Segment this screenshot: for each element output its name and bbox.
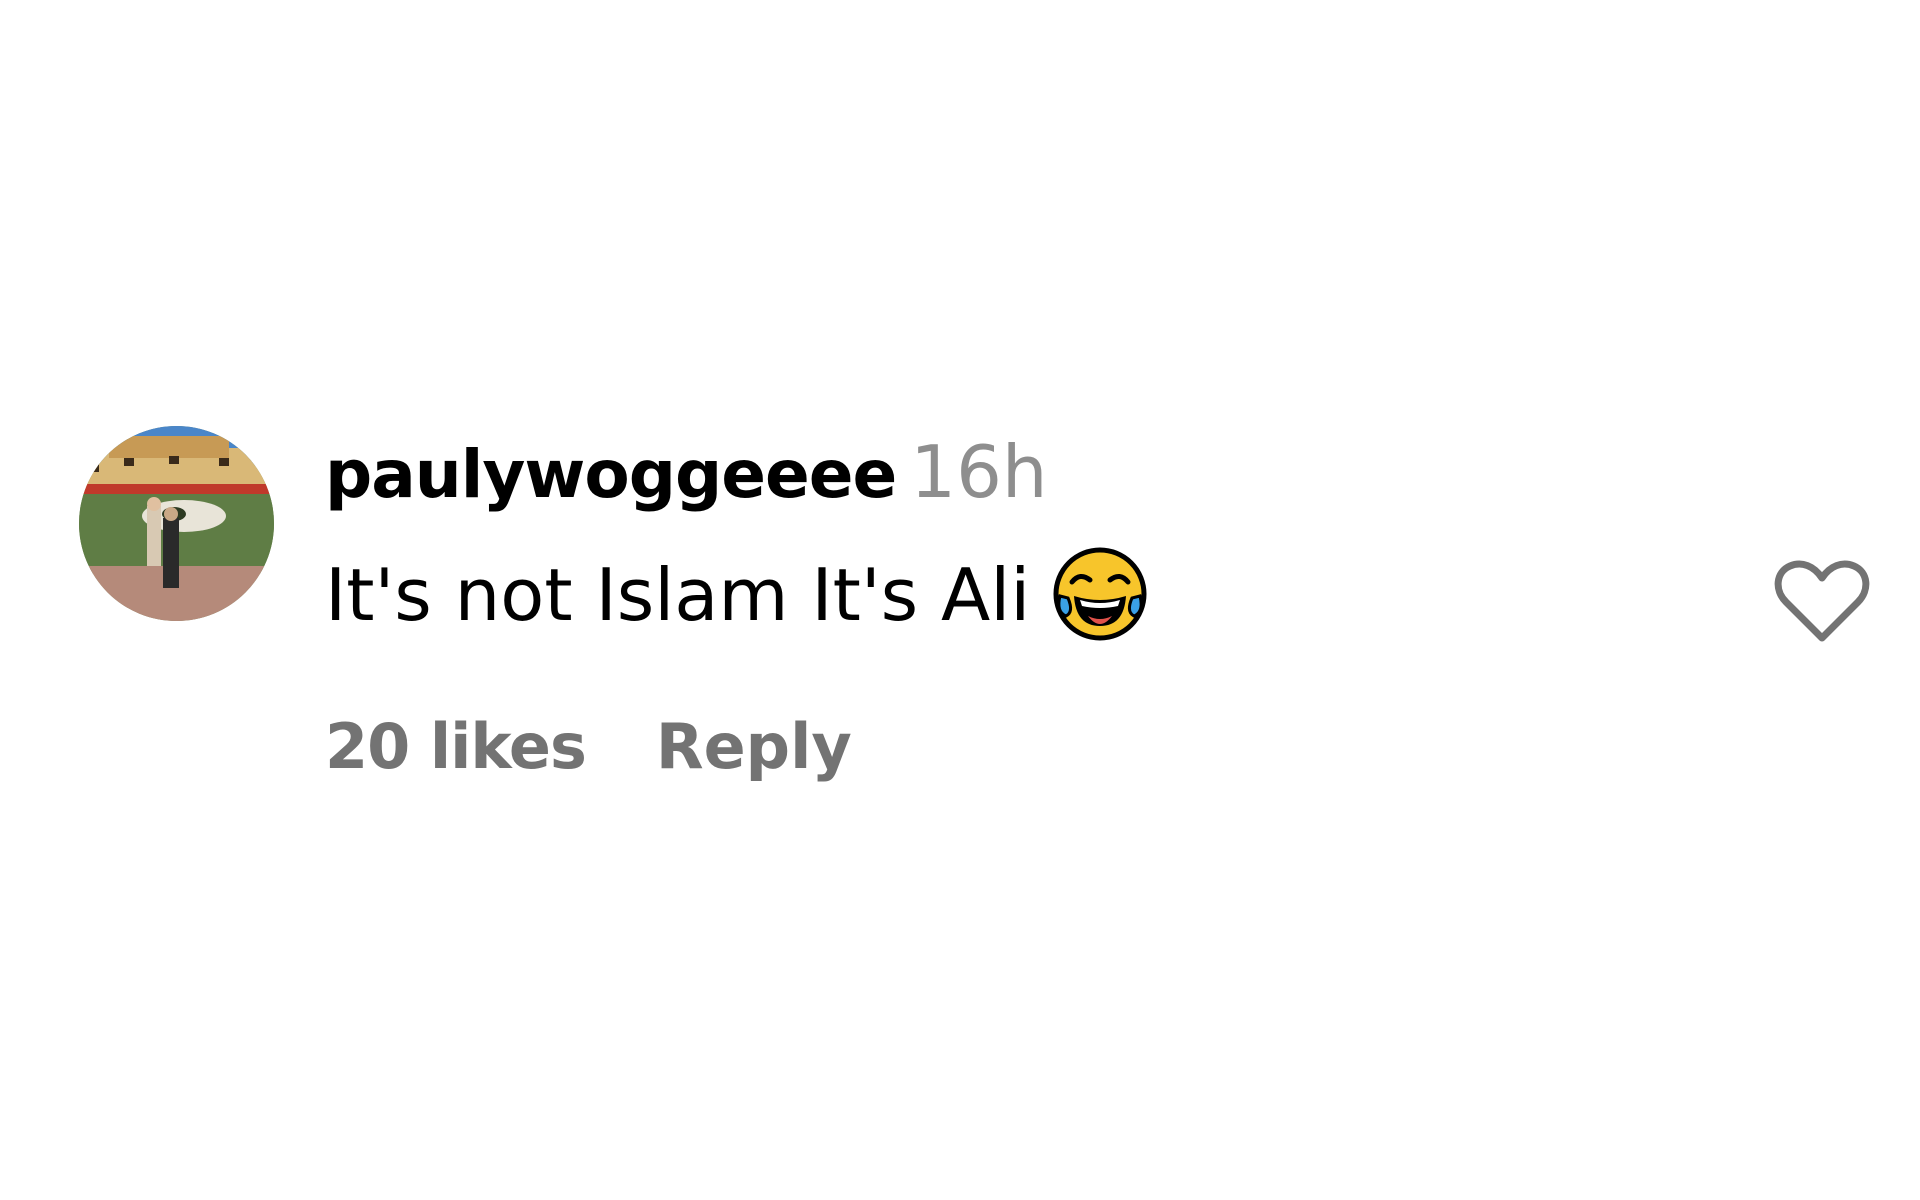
heart-outline-icon [1774, 560, 1870, 642]
username-link[interactable]: paulywoggeeee [325, 436, 897, 513]
timestamp[interactable]: 16h [910, 430, 1047, 514]
face-with-tears-of-joy-icon [1052, 546, 1148, 642]
comment-header: paulywoggeeee 16h [325, 436, 1048, 508]
comment-item: paulywoggeeee 16h It's not Islam It's Ali… [79, 426, 1879, 806]
reply-button[interactable]: Reply [656, 710, 852, 783]
comment-actions: 20 likes Reply [325, 716, 852, 778]
comment-page: paulywoggeeee 16h It's not Islam It's Ali… [0, 0, 1920, 1200]
comment-text-row: It's not Islam It's Ali [325, 546, 1148, 642]
likes-count-button[interactable]: 20 likes [325, 710, 587, 783]
like-button[interactable] [1772, 556, 1872, 646]
avatar-image [79, 426, 274, 621]
avatar[interactable] [79, 426, 274, 621]
comment-text: It's not Islam It's Ali [325, 553, 1031, 637]
